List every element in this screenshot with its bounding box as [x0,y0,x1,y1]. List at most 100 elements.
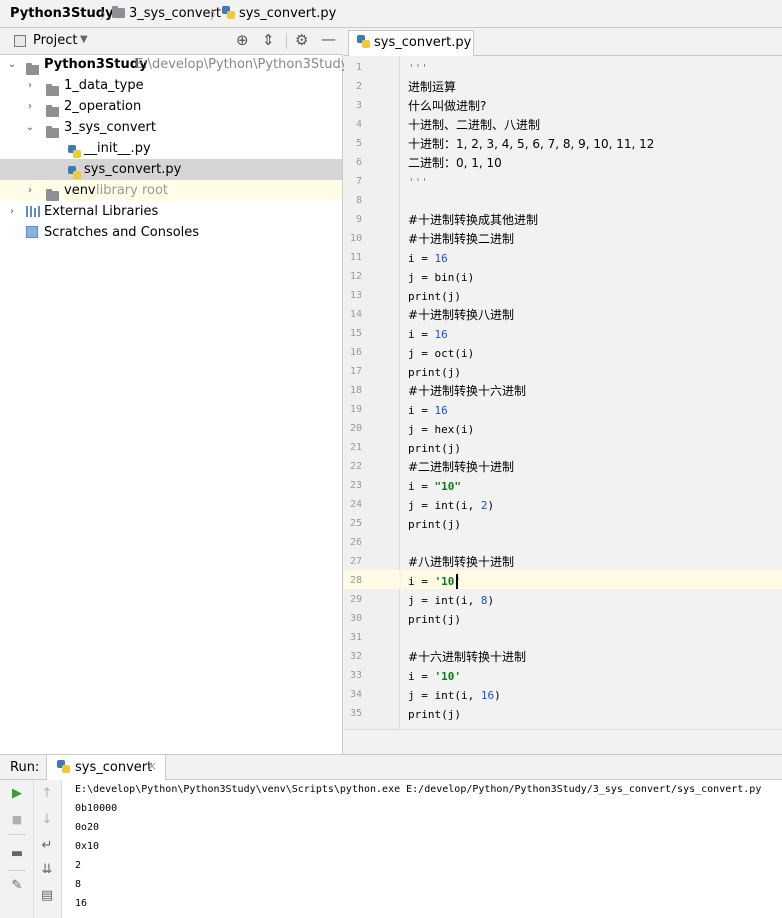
project-view-title[interactable]: Project [33,33,77,48]
python-file-icon [57,760,70,773]
run-icon[interactable]: ▶ [9,786,25,802]
code-editor[interactable]: ''' 进制运算 什么叫做进制? 十进制、二进制、八进制 十进制：1, 2, 3, 4,… [401,56,782,729]
code-line: 十进制、二进制、八进制 [408,118,541,132]
line-number: 11 [349,252,362,263]
line-number: 15 [349,328,362,339]
stop-icon[interactable]: ■ [9,812,25,828]
line-number: 5 [355,138,362,149]
tree-item-venv[interactable]: › venv library root [0,180,342,201]
collapse-all-icon[interactable]: ⇕ [262,31,275,49]
code-line: #十进制转换八进制 [408,308,515,322]
folder-icon [26,63,39,75]
code-line: i = '10' [408,575,461,588]
tree-item-sys-convert-py[interactable]: sys_convert.py [0,159,342,180]
chevron-right-icon[interactable]: › [24,96,36,117]
run-toolbar-primary: ▶ ■ ▬ ✎ [0,780,34,918]
libraries-icon [26,206,40,217]
tree-item-label: venv [64,183,96,198]
line-number: 2 [355,81,362,92]
arrow-down-icon[interactable]: ↓ [39,812,55,828]
locate-icon[interactable]: ⊕ [236,31,249,49]
tree-item-3-sys-convert[interactable]: ⌄ 3_sys_convert [0,117,342,138]
close-icon[interactable]: × [147,759,157,773]
chevron-down-icon[interactable]: ▼ [80,34,88,45]
code-line: #十进制转换二进制 [408,232,515,246]
divider [8,870,26,871]
line-number: 26 [349,537,362,548]
folder-icon [46,126,59,138]
print-icon[interactable]: ▤ [39,888,55,904]
code-line: 什么叫做进制? [408,99,487,113]
chevron-down-icon[interactable]: ⌄ [24,117,36,138]
minimize-icon[interactable]: — [321,30,336,48]
code-line: j = int(i, 2) [408,499,495,512]
line-number: 6 [355,157,362,168]
line-number: 20 [349,423,362,434]
tree-item-scratches[interactable]: Scratches and Consoles [0,222,342,243]
code-line: j = hex(i) [408,423,475,436]
tab-sys-convert[interactable]: sys_convert.py × [348,30,474,74]
breadcrumb-separator: 〉 [210,8,223,22]
line-number: 34 [349,689,362,700]
folder-icon [46,105,59,117]
line-number: 18 [349,385,362,396]
line-number: 32 [349,651,362,662]
line-number: 3 [355,100,362,111]
line-number: 9 [355,214,362,225]
tree-item-external-libraries[interactable]: › External Libraries [0,201,342,222]
chevron-right-icon[interactable]: › [24,180,36,201]
run-toolbar-secondary: ↑ ↓ ↵ ⇊ ▤ [34,780,62,918]
line-number: 33 [349,670,362,681]
line-number: 19 [349,404,362,415]
line-number: 22 [349,461,362,472]
editor-bottom-strip [344,729,782,754]
tree-item-2-operation[interactable]: › 2_operation [0,96,342,117]
scroll-to-end-icon[interactable]: ⇊ [39,862,55,878]
console-output-line: 0b10000 [75,803,118,814]
tree-item-label: 3_sys_convert [64,120,156,135]
chevron-right-icon[interactable]: › [6,201,18,222]
pin-icon[interactable]: ✎ [9,878,25,894]
breadcrumb-folder[interactable]: 3_sys_convert [112,6,221,22]
line-number: 13 [349,290,362,301]
code-line: print(j) [408,613,461,626]
soft-wrap-icon[interactable]: ↵ [39,838,55,854]
python-file-icon [222,6,235,19]
line-number: 12 [349,271,362,282]
tree-item-label: Scratches and Consoles [44,225,200,240]
tree-item-project-root[interactable]: ⌄ Python3Study E:\develop\Python\Python3… [0,54,348,75]
breadcrumb-project[interactable]: Python3Study [10,6,114,22]
code-line: print(j) [408,290,461,303]
code-line: print(j) [408,366,461,379]
console-output-line: 8 [75,879,82,890]
line-number: 30 [349,613,362,624]
line-number: 14 [349,309,362,320]
run-console-output[interactable]: E:\develop\Python\Python3Study\venv\Scri… [62,780,782,918]
breadcrumb-folder-label: 3_sys_convert [129,6,221,21]
breadcrumb-file[interactable]: sys_convert.py [222,6,336,22]
folder-icon [46,84,59,96]
run-tab-label: sys_convert [75,760,153,775]
chevron-down-icon[interactable]: ⌄ [6,54,18,75]
gear-icon[interactable]: ⚙ [295,31,308,49]
tree-item-1-data-type[interactable]: › 1_data_type [0,75,342,96]
tab-label: sys_convert.py [374,35,472,50]
breadcrumb-file-label: sys_convert.py [239,6,337,21]
code-line: ''' [408,62,428,75]
line-number: 8 [355,195,362,206]
arrow-up-icon[interactable]: ↑ [39,786,55,802]
project-panel-header: Project ▼ ⊕ ⇕ ⚙ — [0,28,343,55]
line-number: 1 [355,62,362,73]
run-tab[interactable]: sys_convert × [46,755,166,780]
tree-item-init-py[interactable]: __init__.py [0,138,342,159]
code-line: j = int(i, 16) [408,689,501,702]
chevron-right-icon[interactable]: › [24,75,36,96]
line-number: 28 [349,575,362,586]
code-line: j = oct(i) [408,347,475,360]
layout-icon[interactable]: ▬ [9,846,25,862]
breadcrumb-separator: 〉 [100,8,113,22]
line-number: 23 [349,480,362,491]
console-output-line: 2 [75,860,82,871]
code-line: 十进制：1, 2, 3, 4, 5, 6, 7, 8, 9, 10, 11, 1… [408,137,655,151]
tree-item-label: 1_data_type [64,78,144,93]
